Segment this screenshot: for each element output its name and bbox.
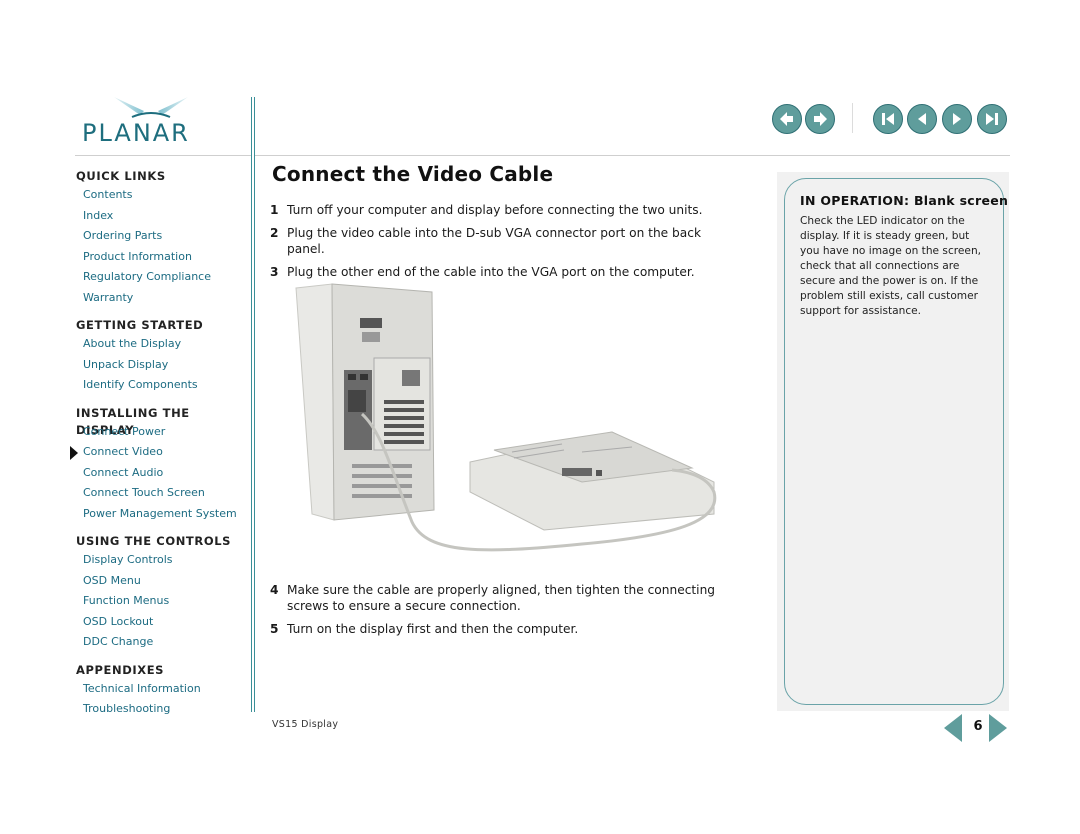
step-number: 1 <box>270 203 279 217</box>
sidebar-item-ordering-parts[interactable]: Ordering Parts <box>83 226 252 247</box>
section-title: GETTING STARTED <box>76 318 204 332</box>
sidebar-item-warranty[interactable]: Warranty <box>83 288 252 309</box>
sidebar-nav: QUICK LINKS Contents Index Ordering Part… <box>70 168 252 729</box>
sidebar-item-connect-power[interactable]: Connect Power <box>83 422 252 443</box>
step-text: Turn off your computer and display befor… <box>287 203 703 217</box>
info-body-text: Check the LED indicator on the display. … <box>800 215 982 317</box>
sidebar-item-identify-components[interactable]: Identify Components <box>83 375 252 396</box>
computer-tower-image <box>295 283 435 521</box>
step-text: Plug the video cable into the D-sub VGA … <box>287 226 702 256</box>
sidebar-item-index[interactable]: Index <box>83 206 252 227</box>
flat-panel-monitor-image <box>469 431 715 531</box>
triangle-left-icon <box>918 113 926 125</box>
step-text: Turn on the display first and then the c… <box>287 622 579 636</box>
connection-illustration <box>295 283 717 552</box>
step-number: 3 <box>270 265 279 279</box>
sidebar-item-regulatory-compliance[interactable]: Regulatory Compliance <box>83 267 252 288</box>
page-previous-arrow-icon[interactable] <box>944 714 962 742</box>
sidebar-item-function-menus[interactable]: Function Menus <box>83 591 252 612</box>
arrow-right-icon <box>814 112 827 126</box>
info-heading-prefix: IN OPERATION: <box>800 193 910 208</box>
sidebar-item-troubleshooting[interactable]: Troubleshooting <box>83 699 252 720</box>
page-title: Connect the Video Cable <box>272 162 554 186</box>
sidebar-item-ddc-change[interactable]: DDC Change <box>83 632 252 653</box>
back-button[interactable] <box>772 104 802 134</box>
sidebar-item-power-management[interactable]: Power Management System <box>83 504 252 525</box>
sidebar-item-osd-lockout[interactable]: OSD Lockout <box>83 612 252 633</box>
section-title: USING THE CONTROLS <box>76 534 232 548</box>
step-number: 4 <box>270 583 279 597</box>
last-page-icon <box>986 113 998 125</box>
sidebar-item-technical-information[interactable]: Technical Information <box>83 679 252 700</box>
sidebar-item-connect-video[interactable]: Connect Video <box>83 442 252 463</box>
document-footer-label: VS15 Display <box>272 719 339 730</box>
sidebar-item-display-controls[interactable]: Display Controls <box>83 550 252 571</box>
page-number: 6 <box>973 719 983 734</box>
sidebar-section-controls: USING THE CONTROLS Display Controls OSD … <box>76 533 252 653</box>
page-next-arrow-icon[interactable] <box>989 714 1007 742</box>
header-divider-right <box>255 155 1010 156</box>
sidebar-item-unpack-display[interactable]: Unpack Display <box>83 355 252 376</box>
step-number: 5 <box>270 622 279 636</box>
current-page-marker-icon <box>70 446 78 460</box>
sidebar-section-installing: INSTALLING THE DISPLAY Connect Power Con… <box>70 405 252 525</box>
first-page-button[interactable] <box>873 104 903 134</box>
info-heading-topic: Blank screen <box>913 193 1009 208</box>
step-text: Plug the other end of the cable into the… <box>287 265 695 279</box>
next-page-button[interactable] <box>942 104 972 134</box>
step-number: 2 <box>270 226 279 240</box>
forward-button[interactable] <box>805 104 835 134</box>
vertical-divider-inner <box>254 97 255 712</box>
section-title: QUICK LINKS <box>76 169 166 183</box>
arrow-left-icon <box>780 112 793 126</box>
first-page-icon <box>882 113 894 125</box>
sidebar-item-product-information[interactable]: Product Information <box>83 247 252 268</box>
step-item: 4 Make sure the cable are properly align… <box>270 582 740 614</box>
step-text: Make sure the cable are properly aligned… <box>287 583 716 613</box>
sidebar-item-connect-audio[interactable]: Connect Audio <box>83 463 252 484</box>
sidebar-section-quick-links: QUICK LINKS Contents Index Ordering Part… <box>76 168 252 308</box>
step-item: 5 Turn on the display first and then the… <box>270 621 740 637</box>
section-title: INSTALLING THE DISPLAY <box>76 405 190 437</box>
sidebar-current-row: Connect Video <box>70 442 252 463</box>
sidebar-item-osd-menu[interactable]: OSD Menu <box>83 571 252 592</box>
sidebar-item-connect-touch-screen[interactable]: Connect Touch Screen <box>83 483 252 504</box>
info-heading: IN OPERATION: Blank screen <box>800 193 1008 208</box>
header-divider-left <box>75 155 251 156</box>
step-item: 1 Turn off your computer and display bef… <box>270 202 740 218</box>
last-page-button[interactable] <box>977 104 1007 134</box>
nav-separator <box>852 103 853 133</box>
sidebar-section-getting-started: GETTING STARTED About the Display Unpack… <box>76 317 252 396</box>
step-item: 3 Plug the other end of the cable into t… <box>270 264 740 280</box>
previous-page-button[interactable] <box>907 104 937 134</box>
planar-logo: PLANAR <box>82 95 222 151</box>
triangle-right-icon <box>953 113 961 125</box>
sidebar-item-about-the-display[interactable]: About the Display <box>83 334 252 355</box>
steps-list-continued: 4 Make sure the cable are properly align… <box>270 582 740 644</box>
brand-name: PLANAR <box>82 119 190 147</box>
info-callout-box: IN OPERATION: Blank screen Check the LED… <box>784 178 1008 705</box>
sidebar-section-appendixes: APPENDIXES Technical Information Trouble… <box>76 662 252 720</box>
step-item: 2 Plug the video cable into the D-sub VG… <box>270 225 740 257</box>
section-title: APPENDIXES <box>76 662 165 677</box>
sidebar-item-contents[interactable]: Contents <box>83 185 252 206</box>
steps-list: 1 Turn off your computer and display bef… <box>270 202 740 287</box>
